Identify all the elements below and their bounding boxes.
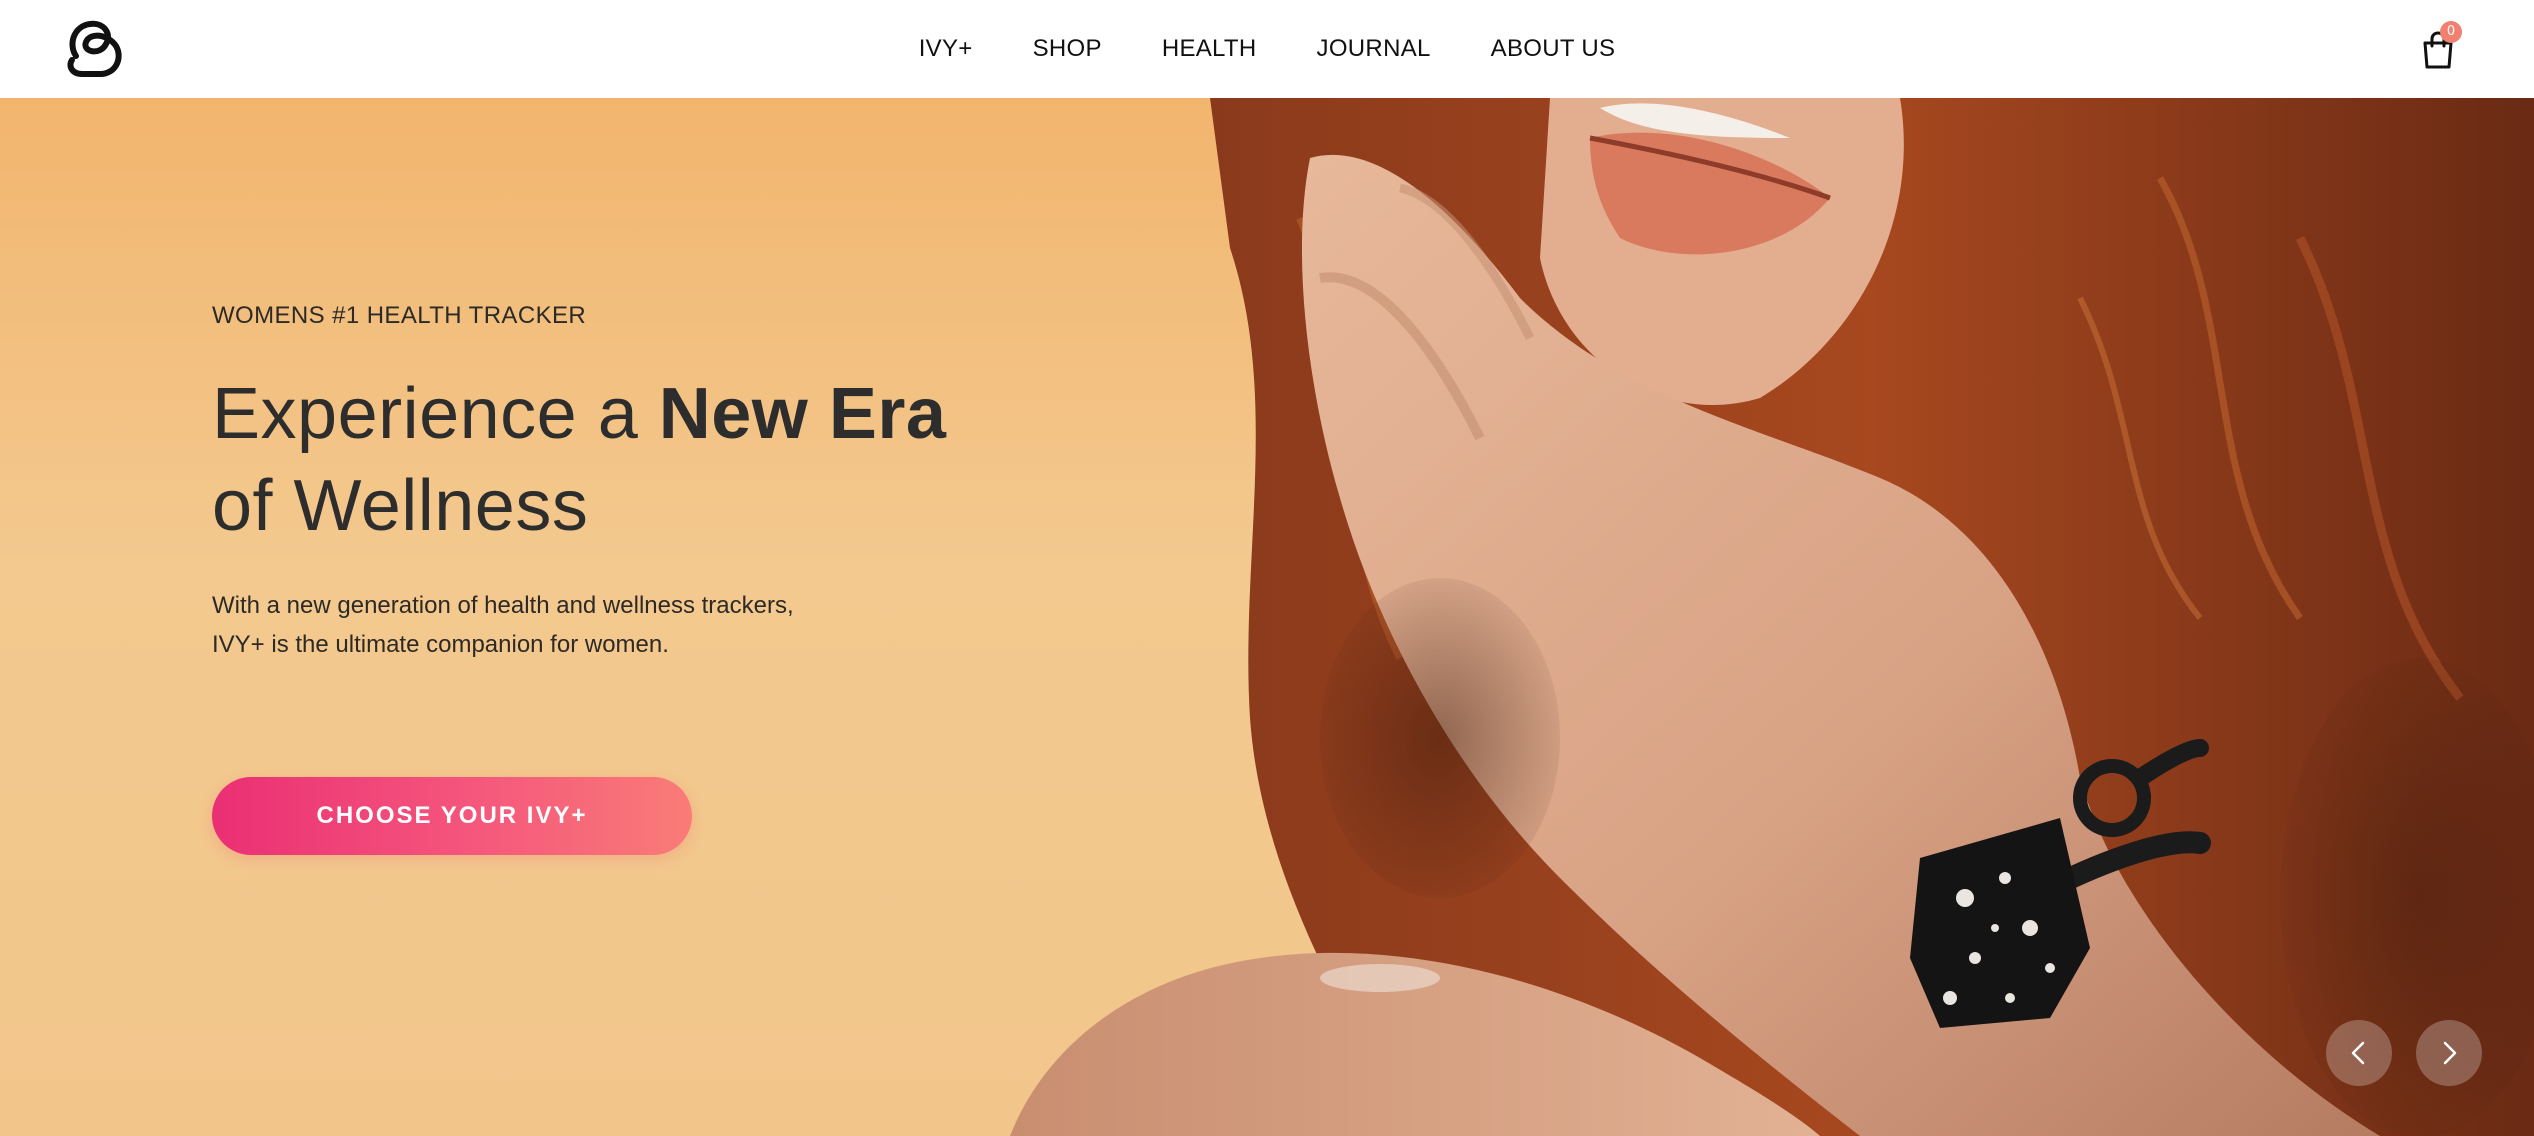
cart-button[interactable]: 0: [2414, 21, 2462, 74]
site-header: IVY+ SHOP HEALTH JOURNAL ABOUT US 0: [0, 0, 2534, 98]
nav-item-health[interactable]: HEALTH: [1162, 35, 1257, 63]
hero-description-line-2: IVY+ is the ultimate companion for women…: [212, 631, 669, 658]
cart-count-badge: 0: [2440, 21, 2462, 43]
main-navigation: IVY+ SHOP HEALTH JOURNAL ABOUT US: [0, 0, 2534, 98]
headline-second-line: of Wellness: [212, 466, 589, 546]
hero-description-line-1: With a new generation of health and well…: [212, 592, 794, 619]
slider-next-button[interactable]: [2416, 1020, 2482, 1086]
slider-prev-button[interactable]: [2326, 1020, 2392, 1086]
hero-description: With a new generation of health and well…: [212, 586, 912, 664]
hero-eyebrow: WOMENS #1 HEALTH TRACKER: [212, 302, 587, 329]
choose-your-ivy-button[interactable]: CHOOSE YOUR IVY+: [212, 777, 692, 855]
nav-item-ivy-plus[interactable]: IVY+: [919, 35, 973, 63]
hero-banner: WOMENS #1 HEALTH TRACKER Experience a Ne…: [0, 98, 2534, 1136]
hero-headline: Experience a New Era of Wellness: [212, 368, 946, 552]
nav-item-shop[interactable]: SHOP: [1033, 35, 1102, 63]
brand-logo-icon[interactable]: [62, 16, 128, 82]
nav-item-journal[interactable]: JOURNAL: [1317, 35, 1431, 63]
hero-content: WOMENS #1 HEALTH TRACKER Experience a Ne…: [212, 98, 1112, 1136]
nav-item-about-us[interactable]: ABOUT US: [1491, 35, 1616, 63]
headline-bold-text: New Era: [658, 374, 947, 454]
chevron-right-icon: [2443, 1041, 2457, 1065]
chevron-left-icon: [2351, 1041, 2365, 1065]
headline-regular-text: Experience a: [212, 374, 659, 454]
